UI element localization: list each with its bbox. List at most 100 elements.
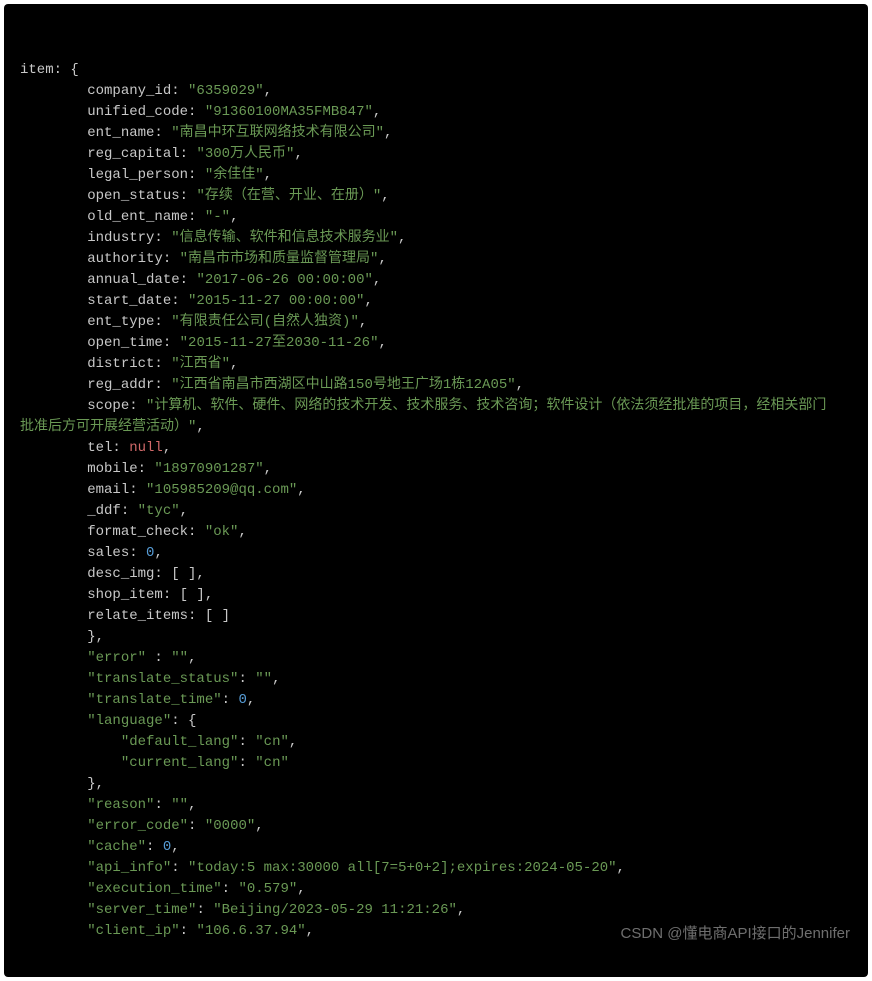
code-token: ent_type: (20, 314, 171, 330)
code-token: "" (171, 650, 188, 666)
code-line: ent_name: "南昌中环互联网络技术有限公司", (20, 123, 852, 144)
code-token: "2017-06-26 00:00:00" (196, 272, 372, 288)
code-line: desc_img: [ ], (20, 564, 852, 585)
code-token: "0.579" (238, 881, 297, 897)
code-line: item: { (20, 60, 852, 81)
code-token: , (364, 293, 372, 309)
code-token: , (378, 251, 386, 267)
code-token: , (171, 839, 179, 855)
code-token: "南昌中环互联网络技术有限公司" (171, 125, 384, 141)
code-token: old_ent_name: (20, 209, 205, 225)
code-line: district: "江西省", (20, 354, 852, 375)
code-token (20, 818, 87, 834)
code-token: "current_lang" (121, 755, 239, 771)
code-token: annual_date: (20, 272, 196, 288)
code-token: "2015-11-27至2030-11-26" (180, 335, 379, 351)
code-line: "language": { (20, 711, 852, 732)
code-token: open_time: (20, 335, 180, 351)
code-token: "cn" (255, 755, 289, 771)
code-line: tel: null, (20, 438, 852, 459)
code-token: 批准后方可开展经营活动）" (20, 419, 196, 435)
code-token (20, 860, 87, 876)
code-line: open_time: "2015-11-27至2030-11-26", (20, 333, 852, 354)
code-token: "" (171, 797, 188, 813)
code-token: , (297, 881, 305, 897)
code-token: "2015-11-27 00:00:00" (188, 293, 364, 309)
code-token: "server_time" (87, 902, 196, 918)
code-token (20, 755, 121, 771)
code-token: item: { (20, 62, 79, 78)
code-token: , (264, 167, 272, 183)
code-token: }, (20, 629, 104, 645)
code-token: , (306, 923, 314, 939)
code-token: : { (171, 713, 196, 729)
code-token: "-" (205, 209, 230, 225)
code-token: reg_addr: (20, 377, 171, 393)
code-token: , (378, 335, 386, 351)
code-token: : (188, 818, 205, 834)
code-token: , (196, 419, 204, 435)
code-token: "" (255, 671, 272, 687)
code-token: desc_img: [ ], (20, 566, 205, 582)
code-token: reg_capital: (20, 146, 196, 162)
code-token: , (238, 524, 246, 540)
code-line: annual_date: "2017-06-26 00:00:00", (20, 270, 852, 291)
code-line: "default_lang": "cn", (20, 732, 852, 753)
code-token: "error_code" (87, 818, 188, 834)
code-line: reg_addr: "江西省南昌市西湖区中山路150号地王广场1栋12A05", (20, 375, 852, 396)
code-token: , (255, 818, 263, 834)
code-token: : (171, 860, 188, 876)
code-token: "18970901287" (154, 461, 263, 477)
code-token: tel: (20, 440, 129, 456)
code-line: "client_ip": "106.6.37.94", (20, 921, 852, 942)
code-line: }, (20, 774, 852, 795)
code-token: : (180, 923, 197, 939)
code-token: "0000" (205, 818, 255, 834)
code-token: , (457, 902, 465, 918)
code-line: start_date: "2015-11-27 00:00:00", (20, 291, 852, 312)
code-line: "reason": "", (20, 795, 852, 816)
code-token: authority: (20, 251, 180, 267)
code-token (20, 797, 87, 813)
code-token: scope: (20, 398, 146, 414)
code-token: "计算机、软件、硬件、网络的技术开发、技术服务、技术咨询；软件设计（依法须经批准… (146, 398, 826, 414)
code-token: unified_code: (20, 104, 205, 120)
code-token: , (188, 650, 196, 666)
code-token: open_status: (20, 188, 196, 204)
code-token: : (238, 734, 255, 750)
code-token: "execution_time" (87, 881, 221, 897)
code-line: "translate_status": "", (20, 669, 852, 690)
code-token: , (294, 146, 302, 162)
code-token: email: (20, 482, 146, 498)
code-line: company_id: "6359029", (20, 81, 852, 102)
code-token: "api_info" (87, 860, 171, 876)
code-token: : (222, 881, 239, 897)
code-token: "105985209@qq.com" (146, 482, 297, 498)
code-token: , (163, 440, 171, 456)
code-token: , (272, 671, 280, 687)
code-token: , (373, 104, 381, 120)
code-token: mobile: (20, 461, 154, 477)
code-token (20, 839, 87, 855)
code-token: : (196, 902, 213, 918)
code-token (20, 881, 87, 897)
code-token: "91360100MA35FMB847" (205, 104, 373, 120)
code-token: : (146, 650, 171, 666)
code-token (20, 650, 87, 666)
code-token: , (230, 356, 238, 372)
code-token: "有限责任公司(自然人独资)" (171, 314, 359, 330)
code-token: , (188, 797, 196, 813)
code-token: , (247, 692, 255, 708)
code-line: "server_time": "Beijing/2023-05-29 11:21… (20, 900, 852, 921)
code-token: "error" (87, 650, 146, 666)
code-token: "translate_status" (87, 671, 238, 687)
code-token: , (230, 209, 238, 225)
code-token: "default_lang" (121, 734, 239, 750)
code-line: shop_item: [ ], (20, 585, 852, 606)
code-token: "存续（在营、开业、在册）" (196, 188, 381, 204)
code-line: "execution_time": "0.579", (20, 879, 852, 900)
code-line: "api_info": "today:5 max:30000 all[7=5+0… (20, 858, 852, 879)
code-line: legal_person: "余佳佳", (20, 165, 852, 186)
code-token: : (238, 671, 255, 687)
code-token: "tyc" (138, 503, 180, 519)
